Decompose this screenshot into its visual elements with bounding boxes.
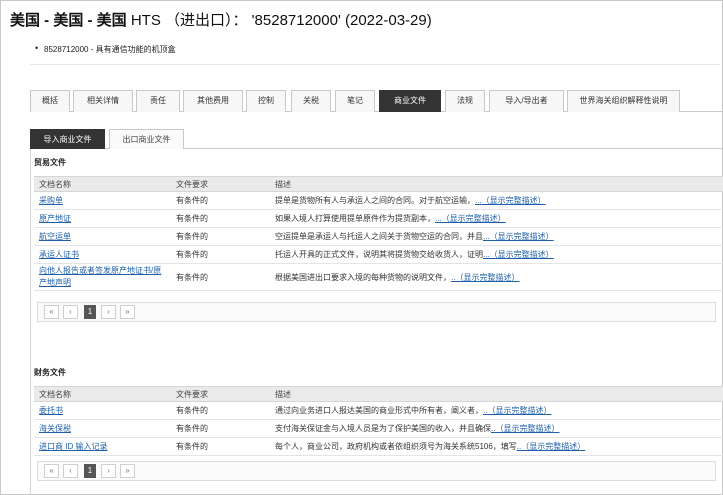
table-row: 海关保税 有条件的 支付海关保证金与入境人员是为了保护美国的收入，并且确保..（… [34, 419, 723, 438]
table-row: 向他人报告或者签发原产地证书/原产地声明 有条件的 根据美国进出口要求入境的每种… [34, 263, 723, 291]
document-requirement: 有条件的 [171, 419, 270, 438]
description-text: 提单是货物所有人与承运人之间的合同。对于航空运输， [275, 196, 475, 205]
document-description: 提单是货物所有人与承运人之间的合同。对于航空运输，...（显示完整描述） [270, 191, 723, 210]
column-header-requirement: 文件要求 [171, 386, 270, 402]
tab-notes[interactable]: 笔记 [335, 90, 375, 112]
column-header-name: 文档名称 [34, 386, 171, 402]
tab-import-documents[interactable]: 导入商业文件 [30, 129, 105, 149]
page-title: 美国 - 美国 - 美国 HTS （进出口）： '8528712000' (20… [10, 9, 432, 30]
table-row: 航空运单 有条件的 空运提单是承运人与托运人之间关于货物空运的合同，并且...（… [34, 227, 723, 246]
table-header-row: 文档名称 文件要求 描述 [34, 386, 723, 402]
description-text: 托运人开具的正式文件，说明其将提货物交给收货人，证明 [275, 250, 483, 259]
documents-panel: 贸易文件 文档名称 文件要求 描述 采购单 有条件的 提单是货物所有人与承运人之… [30, 149, 723, 495]
tab-related-details[interactable]: 相关详情 [73, 90, 133, 112]
tab-export-documents[interactable]: 出口商业文件 [109, 129, 184, 149]
finance-documents-title: 财务文件 [34, 368, 66, 377]
document-description: 支付海关保证金与入境人员是为了保护美国的收入，并且确保..（显示完整描述） [270, 419, 723, 438]
document-name-link[interactable]: 海关保税 [34, 419, 171, 438]
document-description: 如果入境人打算使用提单原件作为提货副本，...（显示完整描述） [270, 209, 723, 228]
document-name-link[interactable]: 承运人证书 [34, 245, 171, 264]
show-full-description-link[interactable]: ..（显示完整描述） [517, 442, 585, 451]
show-full-description-link[interactable]: ..（显示完整描述） [451, 273, 519, 282]
next-page-button[interactable]: › [101, 464, 116, 478]
last-page-button[interactable]: » [120, 464, 135, 478]
table-row: 原产地证 有条件的 如果入境人打算使用提单原件作为提货副本，...（显示完整描述… [34, 209, 723, 228]
description-text: 通过向业务进口人报达美国的商业形式中所有者，阐义者， [275, 406, 483, 415]
finance-documents-table: 文档名称 文件要求 描述 委托书 有条件的 通过向业务进口人报达美国的商业形式中… [34, 386, 723, 456]
prev-page-button[interactable]: ‹ [63, 464, 78, 478]
document-description: 每个人，商业公司，政府机构或者依组织须号为海关系统5106，填写..（显示完整描… [270, 437, 723, 456]
description-text: 空运提单是承运人与托运人之间关于货物空运的合同，并且 [275, 232, 483, 241]
table-header-row: 文档名称 文件要求 描述 [34, 176, 723, 192]
description-text: 根据美国进出口要求入境的每种货物的说明文件， [275, 272, 451, 282]
trade-pagination: « ‹ 1 › » [37, 302, 716, 322]
show-full-description-link[interactable]: ...（显示完整描述） [435, 214, 506, 223]
first-page-button[interactable]: « [44, 305, 59, 319]
tab-importers-exporters[interactable]: 导入/导出者 [489, 90, 564, 112]
page-title-main: 美国 - 美国 - 美国 [10, 12, 127, 29]
document-description: 通过向业务进口人报达美国的商业形式中所有者，阐义者，..（显示完整描述） [270, 401, 723, 420]
document-requirement: 有条件的 [171, 209, 270, 228]
current-page-button[interactable]: 1 [84, 464, 96, 478]
document-name-link[interactable]: 航空运单 [34, 227, 171, 246]
table-row: 采购单 有条件的 提单是货物所有人与承运人之间的合同。对于航空运输，...（显示… [34, 191, 723, 210]
table-row: 进口商 ID 输入记录 有条件的 每个人，商业公司，政府机构或者依组织须号为海关… [34, 437, 723, 456]
last-page-button[interactable]: » [120, 305, 135, 319]
trade-documents-table: 文档名称 文件要求 描述 采购单 有条件的 提单是货物所有人与承运人之间的合同。… [34, 176, 723, 291]
description-text: 支付海关保证金与入境人员是为了保护美国的收入，并且确保 [275, 424, 491, 433]
show-full-description-link[interactable]: ...（显示完整描述） [483, 232, 554, 241]
show-full-description-link[interactable]: ...（显示完整描述） [475, 196, 546, 205]
divider [30, 64, 720, 65]
tab-tariff[interactable]: 关税 [291, 90, 331, 112]
column-header-requirement: 文件要求 [171, 176, 270, 192]
tab-regulations[interactable]: 法规 [445, 90, 485, 112]
document-requirement: 有条件的 [171, 437, 270, 456]
column-header-description: 描述 [270, 176, 723, 192]
document-requirement: 有条件的 [171, 263, 270, 291]
tab-control[interactable]: 控制 [246, 90, 286, 112]
table-row: 承运人证书 有条件的 托运人开具的正式文件，说明其将提货物交给收货人，证明...… [34, 245, 723, 264]
main-tab-bar: 概括 相关详情 责任 其他费用 控制 关税 笔记 商业文件 法规 导入/导出者 … [30, 90, 722, 112]
next-page-button[interactable]: › [101, 305, 116, 319]
document-requirement: 有条件的 [171, 401, 270, 420]
page-title-hts: HTS （进出口）： '8528712000' (2022-03-29) [126, 12, 432, 29]
document-name-link[interactable]: 采购单 [34, 191, 171, 210]
current-page-button[interactable]: 1 [84, 305, 96, 319]
document-requirement: 有条件的 [171, 245, 270, 264]
table-row: 委托书 有条件的 通过向业务进口人报达美国的商业形式中所有者，阐义者，..（显示… [34, 401, 723, 420]
first-page-button[interactable]: « [44, 464, 59, 478]
document-description: 托运人开具的正式文件，说明其将提货物交给收货人，证明...（显示完整描述） [270, 245, 723, 264]
document-name-link[interactable]: 进口商 ID 输入记录 [34, 437, 171, 456]
document-name-link[interactable]: 原产地证 [34, 209, 171, 228]
document-description: 空运提单是承运人与托运人之间关于货物空运的合同，并且...（显示完整描述） [270, 227, 723, 246]
description-text: 如果入境人打算使用提单原件作为提货副本， [275, 214, 435, 223]
column-header-description: 描述 [270, 386, 723, 402]
trade-documents-title: 贸易文件 [34, 158, 66, 167]
tab-wco-notes[interactable]: 世界海关组织解释性说明 [567, 90, 680, 112]
document-name-link[interactable]: 委托书 [34, 401, 171, 420]
product-bullet: 8528712000 - 具有通信功能的机顶盒 [35, 43, 176, 55]
document-name-link[interactable]: 向他人报告或者签发原产地证书/原产地声明 [34, 263, 171, 291]
column-header-name: 文档名称 [34, 176, 171, 192]
finance-pagination: « ‹ 1 › » [37, 461, 716, 481]
sub-tab-bar: 导入商业文件 出口商业文件 [30, 129, 722, 149]
document-description: 根据美国进出口要求入境的每种货物的说明文件，..（显示完整描述） [270, 263, 723, 291]
show-full-description-link[interactable]: ..（显示完整描述） [491, 424, 559, 433]
document-requirement: 有条件的 [171, 191, 270, 210]
tab-summary[interactable]: 概括 [30, 90, 70, 112]
show-full-description-link[interactable]: ..（显示完整描述） [483, 406, 551, 415]
tab-commercial-documents[interactable]: 商业文件 [379, 90, 441, 112]
document-requirement: 有条件的 [171, 227, 270, 246]
prev-page-button[interactable]: ‹ [63, 305, 78, 319]
tab-other-fees[interactable]: 其他费用 [183, 90, 243, 112]
tab-duty[interactable]: 责任 [136, 90, 180, 112]
description-text: 每个人，商业公司，政府机构或者依组织须号为海关系统5106，填写 [275, 442, 517, 451]
show-full-description-link[interactable]: ...（显示完整描述） [483, 250, 554, 259]
